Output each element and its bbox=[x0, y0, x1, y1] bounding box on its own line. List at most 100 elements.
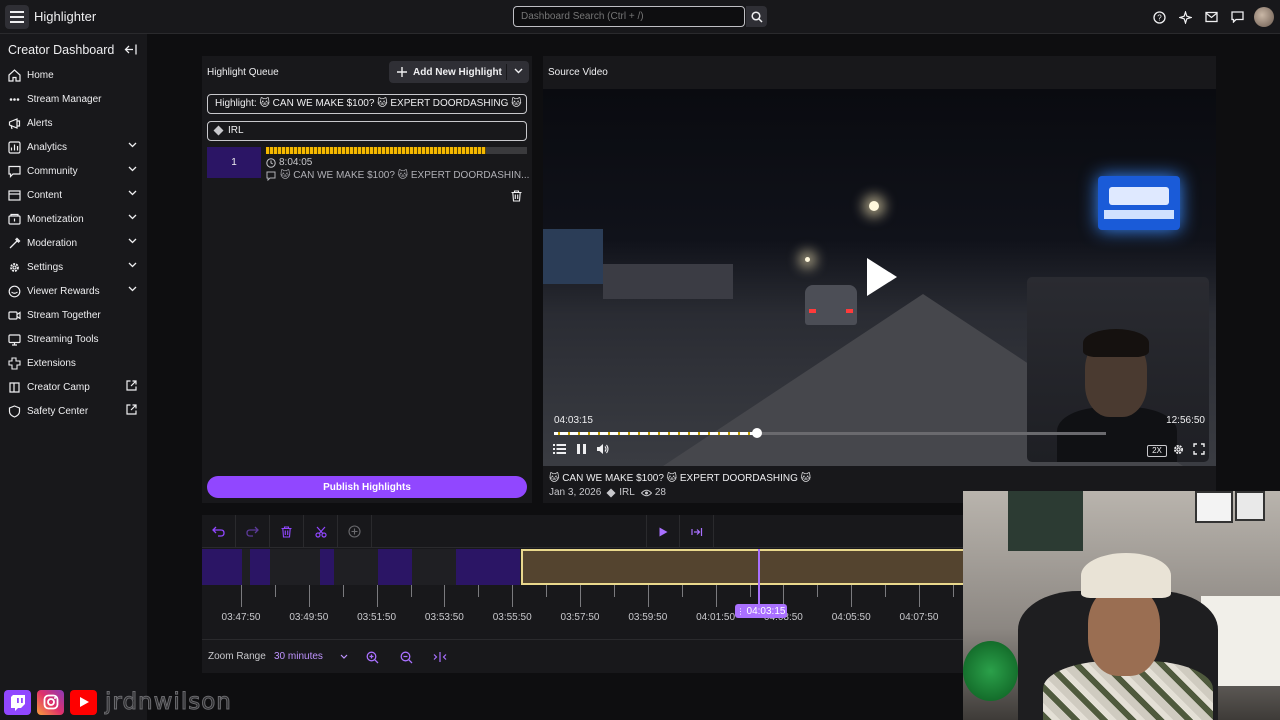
sidebar-item-settings[interactable]: Settings bbox=[0, 255, 147, 279]
timeline-tick bbox=[376, 585, 378, 607]
category-field[interactable]: IRL bbox=[207, 121, 527, 141]
video-player[interactable]: 04:03:15 12:56:50 2X bbox=[543, 89, 1216, 466]
collapse-sidebar-button[interactable] bbox=[124, 44, 137, 55]
webcam-wall-frame bbox=[1195, 491, 1233, 523]
chevron-down-icon[interactable] bbox=[514, 68, 523, 74]
jump-to-playhead-button[interactable] bbox=[680, 515, 714, 548]
sidebar-item-moderation[interactable]: Moderation bbox=[0, 231, 147, 255]
timeline-tick-label: 03:55:50 bbox=[492, 612, 532, 623]
highlight-title-field[interactable]: Highlight: 🐱 CAN WE MAKE $100? 🐱 EXPERT … bbox=[207, 94, 527, 114]
fullscreen-button[interactable] bbox=[1193, 443, 1205, 455]
search-input[interactable] bbox=[513, 6, 745, 27]
video-caption: 🐱 CAN WE MAKE $100? 🐱 EXPERT DOORDASHING… bbox=[549, 473, 812, 484]
playback-speed-button[interactable]: 2X bbox=[1147, 445, 1167, 457]
video-seek-played bbox=[554, 432, 757, 435]
pause-button[interactable] bbox=[576, 443, 587, 455]
queue-item-duration: 8:04:05 bbox=[279, 157, 313, 168]
timeline-tick bbox=[580, 585, 581, 607]
sidebar-item-label: Safety Center bbox=[27, 405, 89, 417]
help-button[interactable]: ? bbox=[1146, 0, 1172, 34]
redo-button[interactable] bbox=[236, 515, 270, 548]
help-icon: ? bbox=[1152, 10, 1166, 24]
timeline-tick bbox=[681, 585, 683, 597]
inbox-button[interactable] bbox=[1198, 0, 1224, 34]
fit-timeline-button[interactable] bbox=[432, 649, 448, 665]
video-scene-building bbox=[543, 229, 603, 284]
sidebar-item-label: Stream Manager bbox=[27, 93, 102, 105]
timeline-track[interactable] bbox=[202, 549, 963, 585]
sidebar-item-analytics[interactable]: Analytics bbox=[0, 135, 147, 159]
sidebar-item-monetization[interactable]: Monetization bbox=[0, 207, 147, 231]
video-meta: Jan 3, 2026 IRL 28 bbox=[549, 487, 666, 498]
stream-manager-icon bbox=[8, 93, 21, 106]
delete-highlight-button[interactable] bbox=[511, 190, 522, 202]
volume-button[interactable] bbox=[596, 443, 609, 455]
sidebar-item-community[interactable]: Community bbox=[0, 159, 147, 183]
delete-segment-button[interactable] bbox=[270, 515, 304, 548]
zoom-in-button[interactable] bbox=[364, 649, 380, 665]
sidebar-item-content[interactable]: Content bbox=[0, 183, 147, 207]
timeline-play-button[interactable] bbox=[646, 515, 680, 548]
zoom-in-icon bbox=[366, 651, 378, 663]
sidebar-item-safety-center[interactable]: Safety Center bbox=[0, 399, 147, 423]
timeline-tick-label: 04:05:50 bbox=[831, 612, 871, 623]
analytics-icon bbox=[8, 140, 21, 154]
zoom-out-icon bbox=[400, 651, 412, 663]
queue-item-number[interactable]: 1 bbox=[207, 147, 261, 178]
sidebar-item-label: Stream Together bbox=[27, 309, 101, 321]
sidebar-item-stream-together[interactable]: Stream Together bbox=[0, 303, 147, 327]
timeline-segment[interactable] bbox=[202, 549, 242, 585]
zoom-out-button[interactable] bbox=[398, 649, 414, 665]
add-new-highlight-label: Add New Highlight bbox=[413, 66, 502, 78]
sidebar-item-creator-camp[interactable]: Creator Camp bbox=[0, 375, 147, 399]
timeline-tick bbox=[444, 585, 446, 607]
whispers-button[interactable] bbox=[1224, 0, 1250, 34]
sparkle-button[interactable] bbox=[1172, 0, 1198, 34]
chevron-down-icon bbox=[128, 142, 137, 148]
timeline-tick bbox=[715, 585, 717, 607]
timeline-tick bbox=[274, 585, 276, 597]
video-current-time: 04:03:15 bbox=[554, 415, 593, 426]
chapters-button[interactable] bbox=[553, 443, 566, 455]
search-button[interactable] bbox=[746, 6, 767, 27]
video-seek-handle[interactable] bbox=[751, 428, 762, 438]
category-icon bbox=[213, 125, 224, 136]
video-category[interactable]: IRL bbox=[619, 487, 635, 498]
timeline-segment[interactable] bbox=[320, 549, 334, 585]
streaming-tools-icon bbox=[8, 333, 21, 346]
settings-button[interactable] bbox=[1172, 443, 1185, 456]
zoom-range-select[interactable]: 30 minutes bbox=[274, 651, 323, 662]
sidebar-item-viewer-rewards[interactable]: Viewer Rewards bbox=[0, 279, 147, 303]
menu-button[interactable] bbox=[5, 5, 29, 29]
avatar[interactable] bbox=[1254, 7, 1274, 27]
chevron-down-icon[interactable] bbox=[340, 654, 348, 659]
play-overlay-button[interactable] bbox=[865, 256, 899, 298]
chevron-down-icon bbox=[128, 262, 137, 268]
trash-icon bbox=[511, 190, 522, 202]
timeline-segment[interactable] bbox=[456, 549, 520, 585]
sidebar-item-streaming-tools[interactable]: Streaming Tools bbox=[0, 327, 147, 351]
timeline-tick-label: 04:01:50 bbox=[696, 612, 736, 623]
add-new-highlight-button[interactable]: Add New Highlight bbox=[389, 61, 529, 83]
timeline-segment[interactable] bbox=[250, 549, 270, 585]
sidebar-item-extensions[interactable]: Extensions bbox=[0, 351, 147, 375]
sidebar-item-label: Content bbox=[27, 189, 63, 201]
timeline-tick bbox=[817, 585, 819, 597]
timeline-tick-label: 03:47:50 bbox=[221, 612, 261, 623]
sidebar-item-alerts[interactable]: Alerts bbox=[0, 111, 147, 135]
timeline-selection[interactable] bbox=[521, 549, 963, 585]
car-taillight bbox=[809, 309, 816, 313]
video-seek-bar[interactable] bbox=[554, 428, 1106, 438]
sidebar-item-home[interactable]: Home bbox=[0, 63, 147, 87]
stream-together-icon bbox=[8, 309, 21, 322]
webcam-person-face bbox=[1088, 586, 1160, 676]
add-marker-button[interactable] bbox=[338, 515, 372, 548]
publish-highlights-button[interactable]: Publish Highlights bbox=[207, 476, 527, 498]
undo-button[interactable] bbox=[202, 515, 236, 548]
split-button[interactable] bbox=[304, 515, 338, 548]
timeline-segment[interactable] bbox=[378, 549, 412, 585]
safety-center-icon bbox=[8, 404, 21, 418]
chevron-down-icon bbox=[128, 214, 137, 220]
youtube-logo-icon bbox=[70, 689, 97, 715]
sidebar-item-stream-manager[interactable]: Stream Manager bbox=[0, 87, 147, 111]
